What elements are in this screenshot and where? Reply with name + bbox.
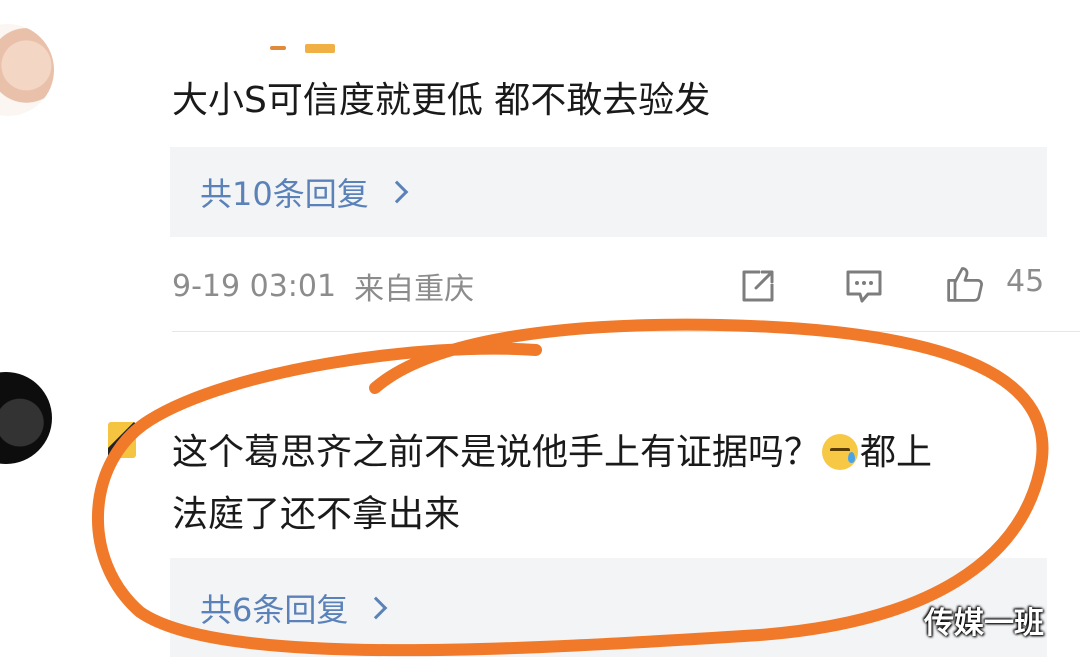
comment-divider (172, 331, 1080, 332)
reply-summary-box[interactable]: 共6条回复 (170, 558, 1047, 657)
comment-icon[interactable] (844, 266, 884, 306)
reply-count-label: 共10条回复 (200, 175, 369, 213)
comment-location: 来自重庆 (354, 272, 475, 307)
comment-timestamp: 9-19 03:01 (172, 268, 337, 304)
user-badge-icon (305, 44, 335, 53)
reply-count-label: 共6条回复 (200, 590, 349, 629)
comment-text-part: 都上 (860, 432, 933, 473)
sweat-emoji-icon (822, 434, 859, 470)
like-icon[interactable] (945, 264, 985, 304)
comment-text-part: 法庭了还不拿出来 (172, 494, 461, 535)
share-icon[interactable] (738, 266, 778, 306)
user-avatar[interactable] (0, 372, 52, 464)
comment-text-part: 这个葛思齐之前不是说他手上有证据吗？ (172, 432, 821, 473)
user-badge-icon (108, 422, 136, 458)
watermark: 传媒一班 (924, 606, 1044, 641)
reply-summary-box[interactable]: 共10条回复 (170, 147, 1047, 237)
comment-text: 大小S可信度就更低 都不敢去验发 (172, 80, 711, 121)
like-count: 45 (1006, 264, 1045, 299)
username-fragment (270, 46, 286, 50)
comment-text: 这个葛思齐之前不是说他手上有证据吗？ 都上 法庭了还不拿出来 (172, 422, 1042, 546)
user-avatar[interactable] (0, 24, 54, 116)
chevron-right-icon (385, 180, 409, 204)
view-replies-link[interactable]: 共10条回复 (200, 169, 409, 215)
comment-meta: 9-19 03:01 来自重庆 45 (172, 262, 1047, 310)
view-replies-link[interactable]: 共6条回复 (200, 585, 388, 631)
chevron-right-icon (365, 596, 388, 619)
